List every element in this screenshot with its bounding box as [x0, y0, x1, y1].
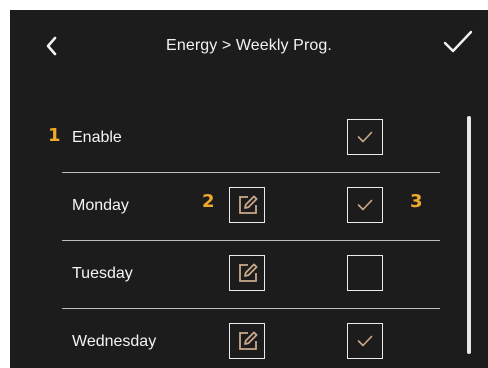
row-divider [62, 308, 440, 309]
list-item-wednesday: Wednesday [10, 308, 450, 368]
list-item-monday: Monday 2 3 [10, 172, 450, 240]
row-label: Monday [72, 197, 129, 214]
callout-number: 2 [202, 191, 215, 212]
edit-wednesday-button[interactable] [229, 323, 265, 359]
wednesday-checkbox[interactable] [347, 323, 383, 359]
enable-checkbox[interactable] [347, 119, 383, 155]
edit-pencil-icon [239, 263, 258, 282]
edit-pencil-icon [239, 331, 258, 350]
row-divider [62, 172, 440, 173]
tuesday-checkbox[interactable] [347, 255, 383, 291]
chevron-left-icon [46, 36, 57, 56]
confirm-button[interactable] [442, 28, 474, 56]
row-label: Tuesday [72, 265, 133, 282]
edit-tuesday-button[interactable] [229, 255, 265, 291]
list-item-tuesday: Tuesday [10, 240, 450, 308]
vertical-scrollbar[interactable] [467, 116, 471, 354]
check-icon [357, 131, 373, 143]
row-label: Enable [72, 129, 122, 146]
callout-number: 3 [410, 191, 423, 212]
checkmark-icon [443, 30, 473, 53]
page-title: Energy > Weekly Prog. [166, 37, 332, 54]
row-label: Wednesday [72, 333, 157, 350]
edit-monday-button[interactable] [229, 187, 265, 223]
check-icon [357, 335, 373, 347]
weekly-program-screen: Energy > Weekly Prog. 1 Enable Monday 2 [10, 10, 488, 368]
list-item-enable: 1 Enable [10, 104, 450, 172]
check-icon [357, 199, 373, 211]
edit-pencil-icon [239, 195, 258, 214]
monday-checkbox[interactable] [347, 187, 383, 223]
callout-number: 1 [48, 125, 61, 146]
back-button[interactable] [40, 34, 64, 58]
row-divider [62, 240, 440, 241]
